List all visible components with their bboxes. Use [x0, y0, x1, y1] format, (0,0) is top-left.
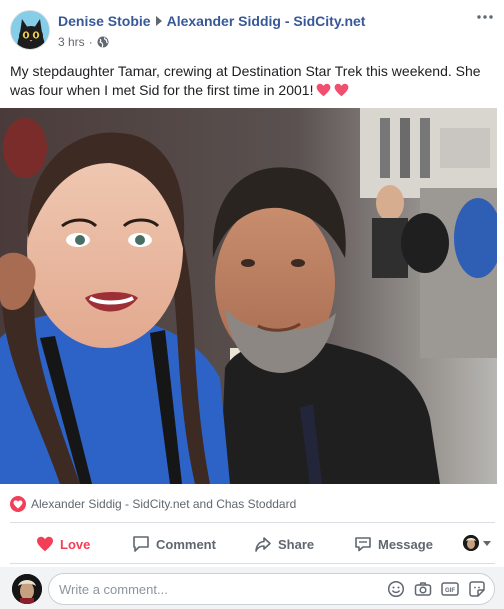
divider: [10, 563, 495, 564]
comment-composer: GIF: [0, 567, 504, 609]
share-icon: [255, 537, 271, 552]
svg-text:GIF: GIF: [445, 588, 455, 594]
comment-input[interactable]: [59, 580, 369, 598]
action-bar: Love Comment Share Message: [10, 527, 495, 561]
page-switcher[interactable]: [463, 535, 491, 551]
post-meta: 3 hrs ·: [58, 35, 365, 49]
post-photo[interactable]: [0, 108, 497, 484]
comment-button[interactable]: Comment: [132, 528, 216, 560]
chevron-down-icon: [483, 540, 491, 546]
facebook-post: Denise Stobie Alexander Siddig - SidCity…: [0, 0, 504, 609]
share-label: Share: [278, 536, 315, 552]
globe-icon[interactable]: [97, 36, 109, 48]
post-timestamp[interactable]: 3 hrs: [58, 35, 85, 49]
more-options-icon[interactable]: [474, 9, 496, 29]
author-line: Denise Stobie Alexander Siddig - SidCity…: [58, 13, 365, 29]
post-message: My stepdaughter Tamar, crewing at Destin…: [10, 62, 495, 100]
page-avatar: [463, 535, 479, 551]
love-button[interactable]: Love: [36, 528, 90, 560]
post-header: Denise Stobie Alexander Siddig - SidCity…: [8, 9, 496, 55]
gif-icon[interactable]: GIF: [441, 580, 459, 598]
reactions-summary-text[interactable]: Alexander Siddig - SidCity.net and Chas …: [31, 497, 296, 511]
divider: [10, 522, 495, 523]
target-page-link[interactable]: Alexander Siddig - SidCity.net: [167, 13, 366, 29]
message-label: Message: [378, 536, 433, 552]
commenter-avatar[interactable]: [12, 574, 42, 604]
header-text: Denise Stobie Alexander Siddig - SidCity…: [58, 13, 365, 49]
emoji-icon[interactable]: [387, 580, 405, 598]
heart-icon: [316, 83, 331, 97]
love-reaction-icon: [10, 496, 26, 512]
comment-icon: [133, 536, 149, 552]
love-label: Love: [60, 536, 91, 552]
post-message-text: My stepdaughter Tamar, crewing at Destin…: [10, 63, 481, 98]
reactions-summary[interactable]: Alexander Siddig - SidCity.net and Chas …: [10, 494, 296, 514]
message-button[interactable]: Message: [354, 528, 433, 560]
posted-to-arrow-icon: [155, 16, 162, 26]
comment-box[interactable]: GIF: [48, 573, 495, 605]
sticker-icon[interactable]: [468, 580, 486, 598]
author-name-link[interactable]: Denise Stobie: [58, 13, 151, 29]
share-button[interactable]: Share: [254, 528, 314, 560]
author-avatar[interactable]: [10, 10, 50, 50]
heart-icon: [334, 83, 349, 97]
camera-icon[interactable]: [414, 580, 432, 598]
comment-tools: GIF: [387, 580, 486, 598]
message-icon: [355, 537, 371, 552]
heart-icon: [37, 536, 53, 552]
comment-label: Comment: [156, 536, 216, 552]
